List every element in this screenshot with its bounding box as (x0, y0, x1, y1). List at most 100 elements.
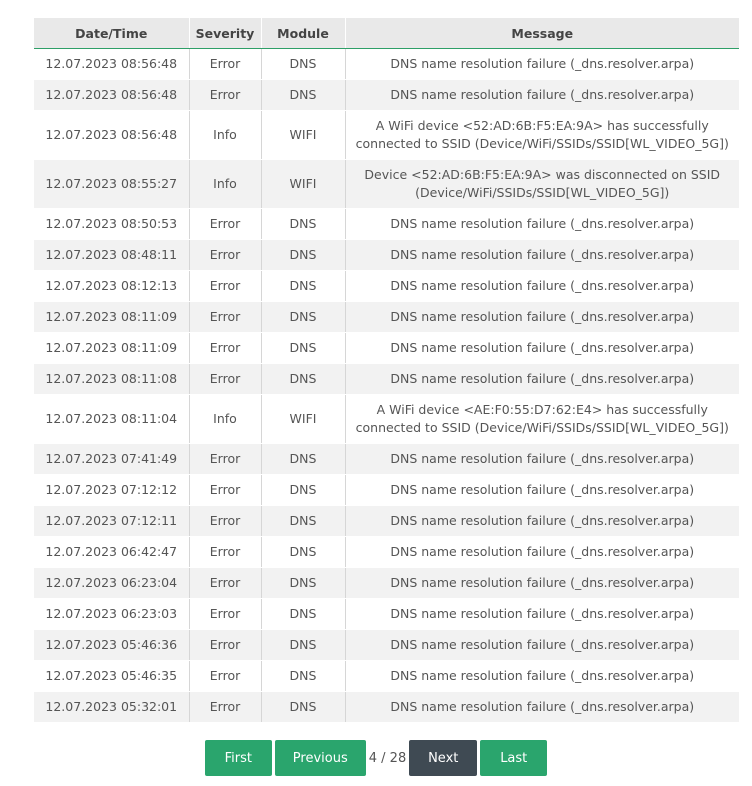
cell-severity: Error (189, 301, 262, 333)
cell-datetime: 12.07.2023 05:46:35 (34, 660, 190, 692)
cell-module: DNS (261, 536, 346, 568)
table-row: 12.07.2023 08:50:53 Error DNS DNS name r… (34, 208, 739, 240)
cell-datetime: 12.07.2023 08:48:11 (34, 239, 190, 271)
cell-datetime: 12.07.2023 08:56:48 (34, 79, 190, 111)
cell-datetime: 12.07.2023 08:12:13 (34, 270, 190, 302)
column-header-message: Message (345, 18, 739, 49)
cell-module: DNS (261, 239, 346, 271)
cell-message: DNS name resolution failure (_dns.resolv… (345, 363, 739, 395)
cell-message: DNS name resolution failure (_dns.resolv… (345, 567, 739, 599)
pagination: First Previous 4 / 28 Next Last (0, 740, 752, 776)
cell-severity: Error (189, 629, 262, 661)
cell-module: WIFI (261, 394, 346, 444)
column-header-datetime: Date/Time (34, 18, 190, 49)
event-log-table: Date/Time Severity Module Message 12.07.… (34, 18, 739, 723)
table-row: 12.07.2023 07:41:49 Error DNS DNS name r… (34, 443, 739, 475)
table-row: 12.07.2023 08:12:13 Error DNS DNS name r… (34, 270, 739, 302)
table-row: 12.07.2023 08:55:27 Info WIFI Device <52… (34, 159, 739, 209)
cell-message: DNS name resolution failure (_dns.resolv… (345, 691, 739, 723)
cell-datetime: 12.07.2023 05:32:01 (34, 691, 190, 723)
cell-datetime: 12.07.2023 08:56:48 (34, 48, 190, 80)
cell-severity: Error (189, 270, 262, 302)
cell-message: DNS name resolution failure (_dns.resolv… (345, 301, 739, 333)
table-row: 12.07.2023 08:11:09 Error DNS DNS name r… (34, 301, 739, 333)
cell-module: DNS (261, 208, 346, 240)
column-header-severity: Severity (189, 18, 262, 49)
cell-severity: Error (189, 363, 262, 395)
cell-datetime: 12.07.2023 08:11:09 (34, 301, 190, 333)
cell-severity: Error (189, 474, 262, 506)
cell-severity: Error (189, 505, 262, 537)
cell-severity: Error (189, 536, 262, 568)
event-log-panel: Date/Time Severity Module Message 12.07.… (34, 18, 739, 723)
cell-datetime: 12.07.2023 07:41:49 (34, 443, 190, 475)
cell-message: DNS name resolution failure (_dns.resolv… (345, 48, 739, 80)
cell-severity: Error (189, 48, 262, 80)
cell-message: Device <52:AD:6B:F5:EA:9A> was disconnec… (345, 159, 739, 209)
cell-message: DNS name resolution failure (_dns.resolv… (345, 270, 739, 302)
table-row: 12.07.2023 08:56:48 Info WIFI A WiFi dev… (34, 110, 739, 160)
table-header-row: Date/Time Severity Module Message (34, 18, 739, 49)
cell-message: DNS name resolution failure (_dns.resolv… (345, 79, 739, 111)
table-row: 12.07.2023 07:12:11 Error DNS DNS name r… (34, 505, 739, 537)
cell-module: DNS (261, 567, 346, 599)
cell-severity: Error (189, 443, 262, 475)
table-row: 12.07.2023 06:42:47 Error DNS DNS name r… (34, 536, 739, 568)
cell-module: DNS (261, 301, 346, 333)
cell-message: DNS name resolution failure (_dns.resolv… (345, 239, 739, 271)
cell-datetime: 12.07.2023 08:11:04 (34, 394, 190, 444)
table-row: 12.07.2023 05:46:36 Error DNS DNS name r… (34, 629, 739, 661)
cell-severity: Info (189, 110, 262, 160)
cell-module: DNS (261, 660, 346, 692)
cell-module: DNS (261, 48, 346, 80)
cell-severity: Error (189, 332, 262, 364)
table-row: 12.07.2023 06:23:03 Error DNS DNS name r… (34, 598, 739, 630)
cell-severity: Error (189, 79, 262, 111)
cell-module: DNS (261, 505, 346, 537)
cell-datetime: 12.07.2023 06:42:47 (34, 536, 190, 568)
cell-datetime: 12.07.2023 05:46:36 (34, 629, 190, 661)
cell-datetime: 12.07.2023 08:50:53 (34, 208, 190, 240)
cell-message: DNS name resolution failure (_dns.resolv… (345, 598, 739, 630)
cell-datetime: 12.07.2023 07:12:11 (34, 505, 190, 537)
cell-datetime: 12.07.2023 06:23:04 (34, 567, 190, 599)
previous-page-button[interactable]: Previous (274, 740, 366, 776)
cell-module: DNS (261, 598, 346, 630)
table-header: Date/Time Severity Module Message (34, 18, 739, 49)
table-row: 12.07.2023 05:46:35 Error DNS DNS name r… (34, 660, 739, 692)
table-row: 12.07.2023 08:56:48 Error DNS DNS name r… (34, 79, 739, 111)
table-body: 12.07.2023 08:56:48 Error DNS DNS name r… (34, 48, 739, 723)
cell-message: A WiFi device <AE:F0:55:D7:62:E4> has su… (345, 394, 739, 444)
first-page-button[interactable]: First (204, 740, 272, 776)
column-header-module: Module (261, 18, 346, 49)
cell-module: DNS (261, 332, 346, 364)
cell-severity: Error (189, 208, 262, 240)
table-row: 12.07.2023 06:23:04 Error DNS DNS name r… (34, 567, 739, 599)
table-row: 12.07.2023 08:56:48 Error DNS DNS name r… (34, 48, 739, 80)
cell-module: DNS (261, 474, 346, 506)
cell-module: DNS (261, 270, 346, 302)
cell-message: DNS name resolution failure (_dns.resolv… (345, 474, 739, 506)
cell-message: DNS name resolution failure (_dns.resolv… (345, 332, 739, 364)
table-row: 12.07.2023 08:11:09 Error DNS DNS name r… (34, 332, 739, 364)
cell-severity: Info (189, 159, 262, 209)
cell-module: WIFI (261, 110, 346, 160)
cell-severity: Error (189, 239, 262, 271)
page-indicator: 4 / 28 (368, 750, 407, 766)
cell-severity: Info (189, 394, 262, 444)
cell-datetime: 12.07.2023 06:23:03 (34, 598, 190, 630)
cell-module: WIFI (261, 159, 346, 209)
cell-module: DNS (261, 691, 346, 723)
cell-message: DNS name resolution failure (_dns.resolv… (345, 536, 739, 568)
cell-severity: Error (189, 691, 262, 723)
cell-message: DNS name resolution failure (_dns.resolv… (345, 443, 739, 475)
table-row: 12.07.2023 05:32:01 Error DNS DNS name r… (34, 691, 739, 723)
cell-severity: Error (189, 567, 262, 599)
last-page-button[interactable]: Last (480, 740, 548, 776)
next-page-button[interactable]: Next (409, 740, 478, 776)
cell-message: DNS name resolution failure (_dns.resolv… (345, 629, 739, 661)
cell-module: DNS (261, 79, 346, 111)
cell-severity: Error (189, 660, 262, 692)
table-row: 12.07.2023 07:12:12 Error DNS DNS name r… (34, 474, 739, 506)
cell-datetime: 12.07.2023 08:56:48 (34, 110, 190, 160)
